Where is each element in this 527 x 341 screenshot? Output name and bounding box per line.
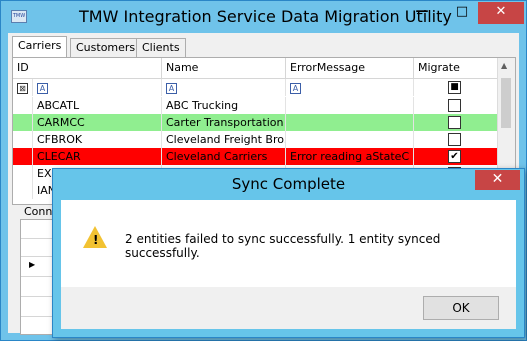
cell-name[interactable]: ABC Trucking bbox=[162, 97, 286, 114]
cell-migrate[interactable] bbox=[414, 114, 499, 131]
warning-icon-mark: ! bbox=[93, 233, 99, 247]
dialog-title: Sync Complete bbox=[231, 175, 346, 193]
cell-migrate[interactable] bbox=[414, 97, 499, 114]
migrate-checkbox[interactable]: ✔ bbox=[448, 150, 461, 163]
filter-icon[interactable]: A bbox=[166, 83, 177, 94]
column-header-name[interactable]: Name bbox=[162, 58, 286, 78]
row-selector[interactable] bbox=[13, 148, 33, 165]
filter-name[interactable]: A bbox=[162, 79, 286, 96]
cell-errormessage[interactable] bbox=[286, 131, 414, 148]
filter-id[interactable]: A bbox=[33, 79, 162, 96]
app-icon: TMW bbox=[11, 10, 27, 23]
cell-id[interactable]: CLECAR bbox=[33, 148, 162, 165]
migrate-checkbox[interactable] bbox=[448, 133, 461, 146]
scroll-thumb[interactable] bbox=[501, 78, 511, 128]
grid-header: ID Name ErrorMessage Migrate bbox=[13, 58, 515, 79]
filter-row-selector[interactable]: ⊠ bbox=[13, 79, 33, 96]
row-selector[interactable] bbox=[13, 114, 33, 131]
table-row[interactable]: CFBROK Cleveland Freight Bro... bbox=[13, 131, 508, 148]
dialog-close-button[interactable]: ✕ bbox=[475, 170, 520, 190]
minimize-button[interactable]: — bbox=[407, 2, 437, 24]
cell-errormessage[interactable]: Error reading aStateC bbox=[286, 148, 414, 165]
cell-id[interactable]: CFBROK bbox=[33, 131, 162, 148]
table-row[interactable]: CLECAR Cleveland Carriers Error reading aS… bbox=[13, 148, 508, 165]
current-row-arrow-icon: ▶ bbox=[29, 260, 36, 269]
table-row[interactable]: CARMCC Carter Transportation bbox=[13, 114, 508, 131]
column-header-id[interactable]: ID bbox=[13, 58, 162, 78]
row-selector[interactable] bbox=[13, 97, 33, 114]
column-header-errormessage[interactable]: ErrorMessage bbox=[286, 58, 414, 78]
row-selector[interactable] bbox=[13, 165, 33, 182]
dialog-body: ! 2 entities failed to sync successfully… bbox=[61, 200, 516, 287]
cell-id[interactable]: ABCATL bbox=[33, 97, 162, 114]
dialog-footer: OK bbox=[61, 287, 516, 329]
cell-migrate[interactable] bbox=[414, 131, 499, 148]
filter-row: ⊠ A A A ■ bbox=[13, 79, 508, 96]
connections-label: Conn bbox=[24, 205, 53, 218]
cell-name[interactable]: Cleveland Carriers bbox=[162, 148, 286, 165]
migrate-checkbox[interactable] bbox=[448, 116, 461, 129]
filter-errormessage[interactable]: A bbox=[286, 79, 414, 96]
row-selector[interactable] bbox=[13, 182, 33, 199]
close-button[interactable]: ✕ bbox=[478, 2, 524, 24]
table-row[interactable]: ABCATL ABC Trucking bbox=[13, 97, 508, 114]
tab-carriers[interactable]: Carriers bbox=[12, 36, 68, 58]
scroll-up-icon[interactable]: ▲ bbox=[501, 61, 507, 70]
cell-id[interactable]: CARMCC bbox=[33, 114, 162, 131]
migrate-checkbox[interactable] bbox=[448, 99, 461, 112]
filter-clear-icon[interactable]: ⊠ bbox=[17, 83, 28, 94]
title-bar[interactable]: TMW TMW Integration Service Data Migrati… bbox=[1, 1, 526, 33]
cell-name[interactable]: Cleveland Freight Bro... bbox=[162, 131, 286, 148]
filter-migrate-checkbox[interactable]: ■ bbox=[448, 81, 461, 94]
tab-customers[interactable]: Customers bbox=[70, 38, 142, 58]
filter-migrate[interactable]: ■ bbox=[414, 79, 499, 96]
tab-clients[interactable]: Clients bbox=[136, 38, 186, 58]
cell-errormessage[interactable] bbox=[286, 97, 414, 114]
cell-errormessage[interactable] bbox=[286, 114, 414, 131]
dialog-message: 2 entities failed to sync successfully. … bbox=[125, 232, 441, 260]
sync-complete-dialog: Sync Complete ✕ ! 2 entities failed to s… bbox=[52, 168, 525, 338]
maximize-button[interactable]: □ bbox=[447, 2, 477, 24]
cell-name[interactable]: Carter Transportation bbox=[162, 114, 286, 131]
row-selector[interactable] bbox=[13, 131, 33, 148]
ok-button[interactable]: OK bbox=[423, 296, 499, 320]
window-title: TMW Integration Service Data Migration U… bbox=[79, 7, 452, 26]
filter-icon[interactable]: A bbox=[290, 83, 301, 94]
cell-migrate[interactable]: ✔ bbox=[414, 148, 499, 165]
filter-icon[interactable]: A bbox=[37, 83, 48, 94]
column-header-migrate[interactable]: Migrate bbox=[414, 58, 498, 78]
